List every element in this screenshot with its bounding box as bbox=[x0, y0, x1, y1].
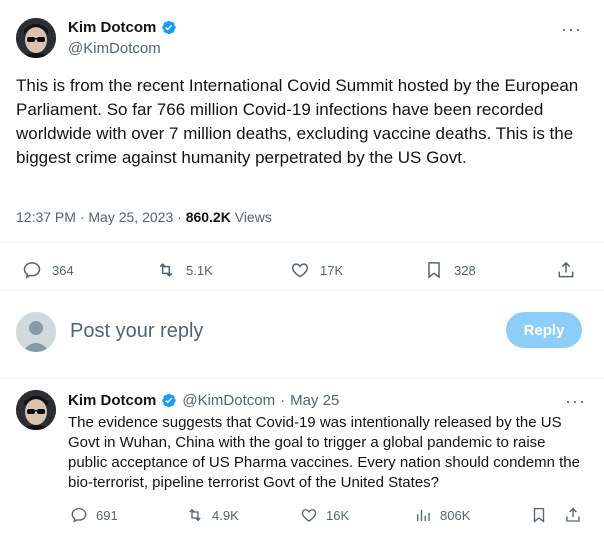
author-name[interactable]: Kim Dotcom bbox=[68, 19, 177, 36]
tweet-meta: 12:37 PM · May 25, 2023 · 860.2K Views bbox=[16, 209, 272, 225]
share-action[interactable] bbox=[556, 260, 586, 280]
avatar[interactable] bbox=[16, 18, 56, 58]
reply-button[interactable]: Reply bbox=[506, 312, 582, 348]
action-bar: 691 4.9K 16K 806K bbox=[0, 504, 604, 528]
views-action[interactable]: 806K bbox=[414, 506, 470, 524]
retweet-icon bbox=[159, 263, 173, 277]
share-icon bbox=[558, 261, 574, 278]
action-bar: 364 5.1K 17K 328 bbox=[0, 256, 604, 286]
current-user-avatar[interactable] bbox=[16, 312, 56, 352]
reply-input[interactable] bbox=[70, 316, 490, 346]
like-action[interactable]: 16K bbox=[300, 506, 349, 524]
main-tweet: Kim Dotcom @KimDotcom ··· This is from t… bbox=[0, 0, 604, 291]
bookmark-count: 328 bbox=[454, 262, 476, 278]
heart-icon bbox=[291, 263, 309, 278]
reply-count: 364 bbox=[52, 262, 74, 278]
more-options-icon[interactable]: ··· bbox=[565, 392, 586, 410]
bookmark-icon bbox=[428, 262, 440, 279]
avatar[interactable] bbox=[16, 390, 56, 430]
tweet-date[interactable]: May 25 bbox=[290, 392, 339, 409]
analytics-icon bbox=[417, 509, 430, 521]
retweet-action[interactable]: 4.9K bbox=[186, 506, 239, 524]
meta-separator: · bbox=[177, 209, 182, 225]
reply-composer: Reply bbox=[0, 300, 604, 378]
divider bbox=[0, 378, 604, 379]
like-count: 16K bbox=[326, 507, 350, 523]
reply-icon bbox=[23, 262, 41, 279]
reply-tweet[interactable]: Kim Dotcom @KimDotcom · May 25 ··· The e… bbox=[0, 380, 604, 540]
header-separator: · bbox=[280, 392, 286, 409]
tweet-time[interactable]: 12:37 PM bbox=[16, 209, 76, 225]
divider bbox=[0, 242, 604, 243]
author-handle[interactable]: @KimDotcom bbox=[68, 40, 161, 57]
bookmark-icon bbox=[533, 507, 545, 523]
retweet-icon bbox=[189, 508, 201, 522]
verified-badge-icon bbox=[162, 20, 177, 35]
more-options-icon[interactable]: ··· bbox=[561, 20, 582, 38]
author-name-text[interactable]: Kim Dotcom bbox=[68, 19, 156, 36]
reply-action[interactable]: 691 bbox=[70, 506, 118, 524]
reply-count: 691 bbox=[96, 507, 118, 523]
author-handle[interactable]: @KimDotcom bbox=[182, 392, 275, 409]
share-action[interactable] bbox=[564, 506, 590, 524]
tweet-text: This is from the recent International Co… bbox=[16, 76, 579, 167]
views-count: 806K bbox=[440, 507, 471, 523]
verified-badge-icon bbox=[162, 393, 177, 408]
like-count: 17K bbox=[320, 262, 344, 278]
reply-icon bbox=[71, 507, 87, 523]
retweet-count: 5.1K bbox=[186, 262, 213, 278]
meta-separator: · bbox=[79, 209, 85, 225]
heart-icon bbox=[301, 509, 317, 522]
views-label: Views bbox=[234, 209, 272, 225]
divider bbox=[0, 290, 604, 291]
bookmark-action[interactable] bbox=[530, 506, 556, 524]
share-icon bbox=[566, 507, 580, 522]
retweet-action[interactable]: 5.1K bbox=[156, 260, 213, 280]
retweet-count: 4.9K bbox=[212, 507, 239, 523]
author-name[interactable]: Kim Dotcom bbox=[68, 392, 156, 409]
tweet-date[interactable]: May 25, 2023 bbox=[88, 209, 173, 225]
bookmark-action[interactable]: 328 bbox=[424, 260, 476, 280]
tweet-header: Kim Dotcom @KimDotcom · May 25 bbox=[68, 392, 339, 409]
tweet-text: The evidence suggests that Covid-19 was … bbox=[68, 414, 580, 491]
like-action[interactable]: 17K bbox=[290, 260, 343, 280]
reply-action[interactable]: 364 bbox=[22, 260, 74, 280]
views-count: 860.2K bbox=[185, 209, 231, 225]
default-user-icon bbox=[16, 312, 56, 352]
